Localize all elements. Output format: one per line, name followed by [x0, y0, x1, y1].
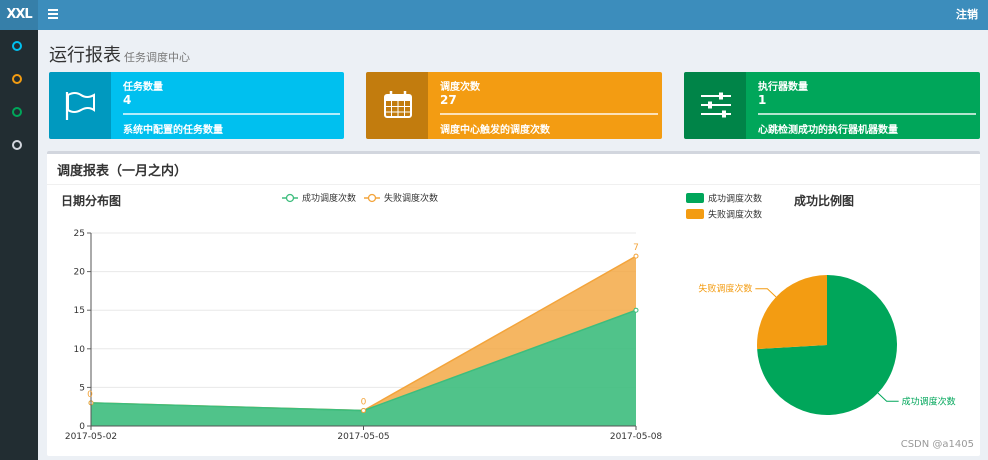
flag-icon [49, 72, 111, 139]
logo[interactable]: XXL [0, 0, 38, 30]
info-box-triggers: 调度次数 27 调度中心触发的调度次数 [366, 72, 662, 139]
logout-link[interactable]: 注销 [956, 0, 978, 30]
menu-toggle-icon[interactable] [48, 9, 58, 19]
info-box-label: 任务数量 [123, 82, 163, 93]
sidebar-circle-icon-2[interactable] [12, 74, 22, 84]
sidebar-circle-icon-3[interactable] [12, 107, 22, 117]
divider [47, 184, 980, 185]
info-box-number: 27 [440, 93, 457, 107]
sidebar [0, 30, 38, 460]
sidebar-circle-icon-1[interactable] [12, 41, 22, 51]
page-title: 运行报表 任务调度中心 [49, 41, 190, 67]
top-navbar: XXL 注销 [0, 0, 988, 30]
page-subtitle: 任务调度中心 [124, 51, 190, 64]
info-box-jobs: 任务数量 4 系统中配置的任务数量 [49, 72, 344, 139]
sliders-icon [684, 72, 746, 139]
info-box-executors: 执行器数量 1 心跳检测成功的执行器机器数量 [684, 72, 980, 139]
progress-bar [758, 113, 976, 115]
info-box-label: 执行器数量 [758, 82, 808, 93]
info-box-number: 4 [123, 93, 132, 107]
info-box-number: 1 [758, 93, 767, 107]
calendar-icon [366, 72, 428, 139]
report-panel: 调度报表（一月之内） [47, 151, 980, 456]
info-box-description: 心跳检测成功的执行器机器数量 [758, 125, 898, 136]
sidebar-circle-icon-4[interactable] [12, 140, 22, 150]
page-title-text: 运行报表 [49, 45, 121, 66]
progress-bar [440, 113, 658, 115]
info-box-label: 调度次数 [440, 82, 480, 93]
report-panel-title: 调度报表（一月之内） [57, 164, 188, 179]
info-box-description: 调度中心触发的调度次数 [440, 125, 550, 136]
watermark: CSDN @a1405 [900, 439, 974, 450]
progress-bar [123, 113, 340, 115]
info-box-description: 系统中配置的任务数量 [123, 125, 223, 136]
